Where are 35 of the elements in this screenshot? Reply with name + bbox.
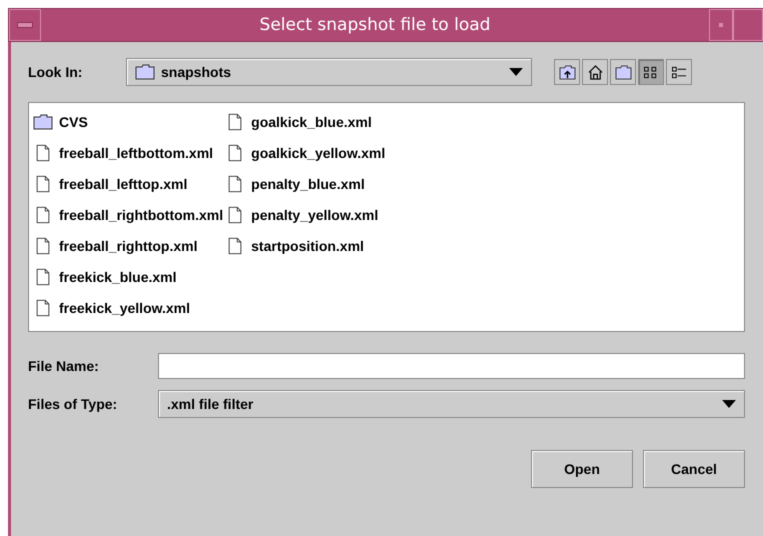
caret-icon [722,400,736,408]
toolbar-button[interactable] [666,59,692,85]
look-in-dropdown[interactable]: snapshots [126,58,532,86]
new-folder-icon [614,64,632,80]
file-list-item[interactable]: freeball_rightbottom.xml [33,199,224,230]
toolbar-button[interactable] [610,59,636,85]
file-type-dropdown[interactable]: .xml file filter [158,390,745,418]
file-list-item[interactable]: goalkick_blue.xml [225,106,386,137]
file-list-item[interactable]: freeball_lefttop.xml [33,168,224,199]
folder-up-icon [558,64,576,80]
file-list-item[interactable]: penalty_yellow.xml [225,199,386,230]
dialog-button[interactable]: Open [531,450,633,488]
details-view-icon [670,64,688,80]
file-list-item[interactable]: freeball_leftbottom.xml [33,137,224,168]
look-in-label: Look In: [28,64,84,80]
file-list-item[interactable]: freekick_blue.xml [33,261,224,292]
toolbar-button[interactable] [582,59,608,85]
file-type-label: Files of Type: [28,396,118,412]
file-list-item[interactable]: CVS [33,106,224,137]
file-name-field[interactable] [158,353,745,379]
file-list-item[interactable]: startposition.xml [225,230,386,261]
file-name-label: File Name: [28,358,100,374]
file-list-item[interactable]: goalkick_yellow.xml [225,137,386,168]
folder-icon [135,63,155,81]
dialog-button[interactable]: Cancel [643,450,745,488]
toolbar-button[interactable] [638,59,664,85]
toolbar-button[interactable] [554,59,580,85]
file-list-item[interactable]: freekick_yellow.xml [33,292,224,323]
file-list-item[interactable]: penalty_blue.xml [225,168,386,199]
folder-icon [33,112,53,130]
window-menu-button[interactable] [9,9,41,41]
home-icon [586,64,604,80]
window-title: Select snapshot file to load [258,15,492,35]
file-list-item[interactable]: freeball_righttop.xml [33,230,224,261]
caret-icon [509,68,523,76]
